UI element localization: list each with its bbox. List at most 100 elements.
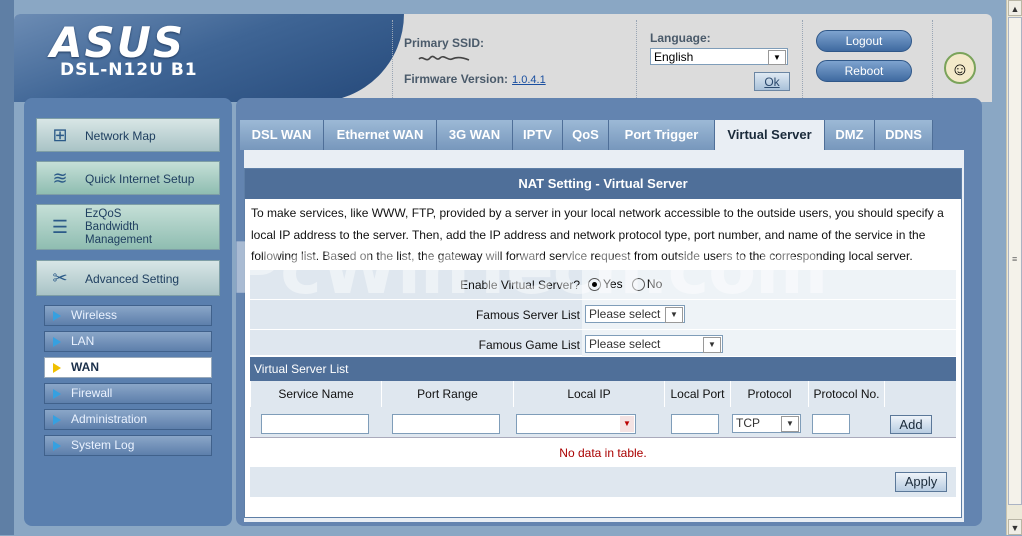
ssid-value-scribble (418, 55, 470, 61)
add-button[interactable]: Add (890, 415, 932, 434)
port-range-input[interactable] (392, 414, 500, 434)
chevron-down-icon: ▼ (703, 337, 721, 353)
language-ok-button[interactable]: Ok (754, 72, 790, 91)
col-protocol: Protocol (730, 381, 808, 407)
famous-game-cell: Please select ▼ (582, 330, 956, 356)
service-name-input[interactable] (261, 414, 369, 434)
famous-server-cell: Please select ▼ (582, 300, 956, 329)
local-port-input[interactable] (671, 414, 719, 434)
sidebar-item-ezqos[interactable]: ☰ EzQoS Bandwidth Management (36, 204, 220, 250)
qos-icon: ☰ (51, 217, 69, 237)
play-arrow-icon (53, 441, 61, 451)
submenu-firewall[interactable]: Firewall (44, 383, 212, 404)
submenu-lan[interactable]: LAN (44, 331, 212, 352)
firmware-label-text: Firmware Version: (404, 72, 509, 86)
protocol-select[interactable]: TCP ▼ (732, 414, 801, 433)
tab-3g-wan[interactable]: 3G WAN (437, 120, 513, 150)
nat-setting-box: NAT Setting - Virtual Server To make ser… (244, 168, 962, 518)
famous-server-value: Please select (589, 307, 661, 321)
header-divider (636, 20, 637, 100)
content-panel: NAT Setting - Virtual Server To make ser… (244, 150, 964, 522)
reboot-button[interactable]: Reboot (816, 60, 912, 82)
submenu-wireless[interactable]: Wireless (44, 305, 212, 326)
grip-icon: ≡ (1012, 254, 1018, 264)
submenu-administration[interactable]: Administration (44, 409, 212, 430)
logout-button[interactable]: Logout (816, 30, 912, 52)
sidebar-item-quick-internet-setup[interactable]: ≋ Quick Internet Setup (36, 161, 220, 195)
play-arrow-icon (53, 415, 61, 425)
famous-game-row: Famous Game List Please select ▼ (250, 329, 956, 356)
yes-radio[interactable] (588, 278, 601, 292)
router-icon: ≋ (52, 168, 68, 188)
enable-virtual-server-label: Enable Virtual Server? (460, 278, 580, 292)
famous-server-row: Famous Server List Please select ▼ (250, 299, 956, 330)
play-arrow-icon (53, 363, 61, 373)
sidebar-item-label: EzQoS Bandwidth Management (85, 208, 153, 246)
main-content: DSL WAN Ethernet WAN 3G WAN IPTV QoS Por… (236, 98, 982, 526)
header: ASUS DSL-N12U B1 Primary SSID: Firmware … (14, 14, 992, 102)
famous-server-select[interactable]: Please select ▼ (585, 305, 685, 323)
submenu-label: WAN (71, 360, 99, 374)
settings-form: Enable Virtual Server? Yes No Famous Ser… (250, 269, 956, 356)
virtual-server-list-header: Virtual Server List (250, 357, 956, 381)
chevron-down-icon: ▼ (665, 307, 683, 323)
primary-ssid-label: Primary SSID: (404, 36, 485, 50)
panel-title: NAT Setting - Virtual Server (245, 169, 961, 199)
protocol-value: TCP (736, 416, 760, 430)
famous-server-label: Famous Server List (475, 308, 580, 322)
no-radio[interactable] (631, 278, 645, 292)
scrollbar-thumb[interactable]: ≡ (1008, 17, 1022, 505)
sidebar-item-label: Quick Internet Setup (85, 172, 195, 186)
dropdown-arrow-icon[interactable]: ▼ (620, 416, 634, 432)
submenu-wan[interactable]: WAN (44, 357, 212, 378)
no-label: No (646, 277, 663, 291)
tab-dmz[interactable]: DMZ (825, 120, 875, 150)
header-divider (932, 20, 933, 100)
enable-virtual-server-options: Yes No (582, 270, 956, 299)
protocol-no-input[interactable] (812, 414, 850, 434)
device-info: Primary SSID: Firmware Version: 1.0.4.1 (404, 14, 642, 102)
sidebar-item-label: Advanced Setting (85, 272, 180, 286)
language-label: Language: (650, 31, 711, 45)
header-divider (802, 20, 803, 100)
col-port-range: Port Range (381, 381, 513, 407)
add-entry-row: ▼ TCP ▼ Add (250, 407, 956, 437)
apply-footer: Apply (250, 467, 956, 497)
famous-game-select[interactable]: Please select ▼ (585, 335, 723, 353)
submenu-label: System Log (71, 438, 135, 452)
tab-dsl-wan[interactable]: DSL WAN (240, 120, 324, 150)
sidebar-item-advanced-setting[interactable]: ✂ Advanced Setting (36, 260, 220, 296)
no-data-message: No data in table. (250, 437, 956, 468)
submenu-label: LAN (71, 334, 95, 348)
local-ip-input[interactable]: ▼ (516, 414, 636, 434)
submenu-label: Administration (71, 412, 148, 426)
firmware-version-link[interactable]: 1.0.4.1 (512, 74, 546, 86)
mascot-avatar-icon: ☺ (944, 52, 976, 84)
play-arrow-icon (53, 311, 61, 321)
sidebar-item-network-map[interactable]: ⊞ Network Map (36, 118, 220, 152)
tab-iptv[interactable]: IPTV (513, 120, 563, 150)
apply-button[interactable]: Apply (895, 472, 947, 492)
tools-icon: ✂ (52, 268, 68, 288)
tab-virtual-server[interactable]: Virtual Server (715, 120, 825, 152)
tab-ethernet-wan[interactable]: Ethernet WAN (324, 120, 437, 150)
header-divider (392, 20, 393, 100)
language-select[interactable]: English ▼ (650, 48, 788, 65)
col-local-ip: Local IP (513, 381, 664, 407)
enable-virtual-server-row: Enable Virtual Server? Yes No (250, 269, 956, 300)
firmware-label: Firmware Version: 1.0.4.1 (404, 72, 546, 86)
submenu-system-log[interactable]: System Log (44, 435, 212, 456)
scroll-up-icon[interactable]: ▲ (1008, 0, 1022, 16)
play-arrow-icon (53, 337, 61, 347)
window-left-border (0, 0, 14, 535)
tab-ddns[interactable]: DDNS (875, 120, 933, 150)
tab-qos[interactable]: QoS (563, 120, 609, 150)
language-value: English (654, 50, 694, 64)
col-service-name: Service Name (250, 381, 381, 407)
scroll-down-icon[interactable]: ▼ (1008, 519, 1022, 535)
vertical-scrollbar[interactable]: ▲ ≡ ▼ (1006, 0, 1022, 535)
sidebar-item-label: Network Map (85, 129, 156, 143)
chevron-down-icon: ▼ (781, 416, 799, 432)
network-map-icon: ⊞ (52, 125, 68, 145)
tab-port-trigger[interactable]: Port Trigger (609, 120, 715, 150)
